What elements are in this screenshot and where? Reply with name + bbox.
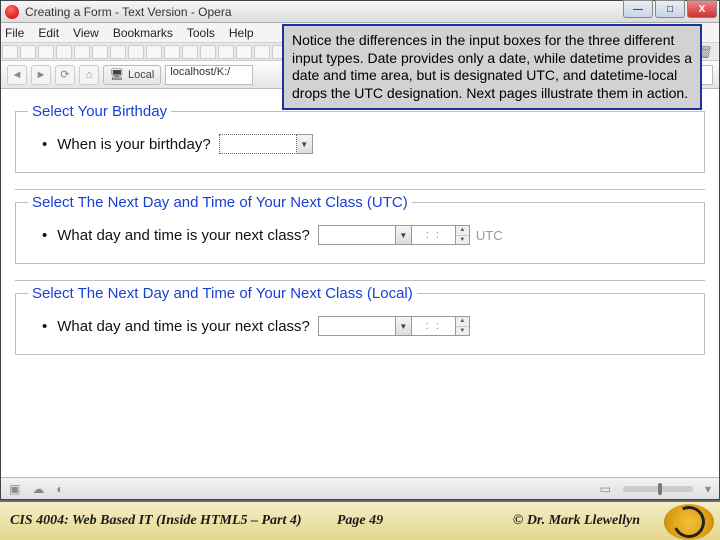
legend-class-utc: Select The Next Day and Time of Your Nex…	[28, 194, 412, 211]
date-dropdown-icon[interactable]: ▼	[396, 225, 412, 245]
row-class-utc: • What day and time is your next class? …	[28, 225, 692, 245]
tab-stub[interactable]	[74, 45, 90, 59]
footer-author: © Dr. Mark Llewellyn	[513, 513, 640, 529]
tab-stub[interactable]	[56, 45, 72, 59]
bullet-icon: •	[42, 136, 47, 153]
tab-stub[interactable]	[218, 45, 234, 59]
zoom-slider[interactable]	[623, 486, 693, 492]
unite-icon[interactable]: ◐	[56, 482, 63, 496]
opera-icon	[5, 5, 19, 19]
tab-stub[interactable]	[110, 45, 126, 59]
row-birthday: • When is your birthday? ▼	[28, 134, 692, 154]
tab-stub[interactable]	[128, 45, 144, 59]
footer-course: CIS 4004: Web Based IT (Inside HTML5 – P…	[10, 513, 302, 529]
tab-stub[interactable]	[236, 45, 252, 59]
zoom-dropdown-icon[interactable]: ▾	[705, 482, 711, 496]
slide-footer: CIS 4004: Web Based IT (Inside HTML5 – P…	[0, 500, 720, 540]
close-button[interactable]: X	[687, 0, 717, 18]
tab-stub[interactable]	[254, 45, 270, 59]
divider	[15, 189, 705, 190]
forward-button[interactable]: ►	[31, 65, 51, 85]
menu-edit[interactable]: Edit	[38, 26, 59, 40]
menu-help[interactable]: Help	[229, 26, 254, 40]
address-input[interactable]: localhost/K:/	[165, 65, 253, 85]
time-spinner[interactable]: ▲▼	[456, 316, 470, 336]
minimize-button[interactable]: —	[623, 0, 653, 18]
tab-stub[interactable]	[182, 45, 198, 59]
tab-stub[interactable]	[200, 45, 216, 59]
utc-label: UTC	[476, 228, 503, 243]
menu-file[interactable]: File	[5, 26, 24, 40]
spin-up-icon[interactable]: ▲	[456, 226, 469, 236]
monitor-icon: 🖥	[110, 68, 124, 81]
row-class-local: • What day and time is your next class? …	[28, 316, 692, 336]
time-field[interactable]: : :	[412, 316, 456, 336]
legend-birthday: Select Your Birthday	[28, 103, 171, 120]
divider	[15, 280, 705, 281]
fieldset-birthday: Select Your Birthday • When is your birt…	[15, 103, 705, 173]
view-icon[interactable]: ▭	[600, 482, 611, 496]
bullet-icon: •	[42, 318, 47, 335]
label-class-utc: What day and time is your next class?	[57, 227, 310, 244]
birthday-date-input[interactable]: ▼	[219, 134, 313, 154]
tab-stub[interactable]	[2, 45, 18, 59]
window-controls: — □ X	[621, 0, 717, 18]
menu-tools[interactable]: Tools	[187, 26, 215, 40]
fieldset-class-utc: Select The Next Day and Time of Your Nex…	[15, 194, 705, 264]
tab-stub[interactable]	[20, 45, 36, 59]
address-security-badge[interactable]: 🖥 Local	[103, 65, 161, 85]
label-birthday: When is your birthday?	[57, 136, 210, 153]
bullet-icon: •	[42, 227, 47, 244]
address-badge-label: Local	[128, 69, 154, 81]
page-viewport: Select Your Birthday • When is your birt…	[1, 89, 719, 477]
sync-icon[interactable]: ☁	[32, 482, 44, 496]
time-field[interactable]: : :	[412, 225, 456, 245]
window-title: Creating a Form - Text Version - Opera	[25, 5, 232, 19]
menu-bookmarks[interactable]: Bookmarks	[113, 26, 173, 40]
titlebar: Creating a Form - Text Version - Opera —…	[1, 1, 719, 23]
fieldset-class-local: Select The Next Day and Time of Your Nex…	[15, 285, 705, 355]
menu-view[interactable]: View	[73, 26, 99, 40]
class-local-datetime-input[interactable]: ▼ : : ▲▼	[318, 316, 470, 336]
tab-stub[interactable]	[38, 45, 54, 59]
callout-text: Notice the differences in the input boxe…	[292, 32, 692, 101]
tab-stub[interactable]	[92, 45, 108, 59]
date-dropdown-icon[interactable]: ▼	[297, 134, 313, 154]
panel-icon[interactable]: ▣	[9, 482, 20, 496]
label-class-local: What day and time is your next class?	[57, 318, 310, 335]
date-dropdown-icon[interactable]: ▼	[396, 316, 412, 336]
class-utc-datetime-input[interactable]: ▼ : : ▲▼	[318, 225, 470, 245]
date-field[interactable]	[219, 134, 297, 154]
spin-down-icon[interactable]: ▼	[456, 236, 469, 245]
date-field[interactable]	[318, 316, 396, 336]
annotation-callout: Notice the differences in the input boxe…	[282, 24, 702, 110]
home-button[interactable]: ⌂	[79, 65, 99, 85]
ucf-logo-icon	[664, 504, 714, 540]
legend-class-local: Select The Next Day and Time of Your Nex…	[28, 285, 417, 302]
date-field[interactable]	[318, 225, 396, 245]
tab-stub[interactable]	[146, 45, 162, 59]
back-button[interactable]: ◄	[7, 65, 27, 85]
tab-stub[interactable]	[164, 45, 180, 59]
spin-up-icon[interactable]: ▲	[456, 317, 469, 327]
time-spinner[interactable]: ▲▼	[456, 225, 470, 245]
spin-down-icon[interactable]: ▼	[456, 327, 469, 336]
browser-statusbar: ▣ ☁ ◐ ▭ ▾	[1, 477, 719, 499]
reload-button[interactable]: ⟳	[55, 65, 75, 85]
footer-page: Page 49	[337, 513, 383, 529]
maximize-button[interactable]: □	[655, 0, 685, 18]
